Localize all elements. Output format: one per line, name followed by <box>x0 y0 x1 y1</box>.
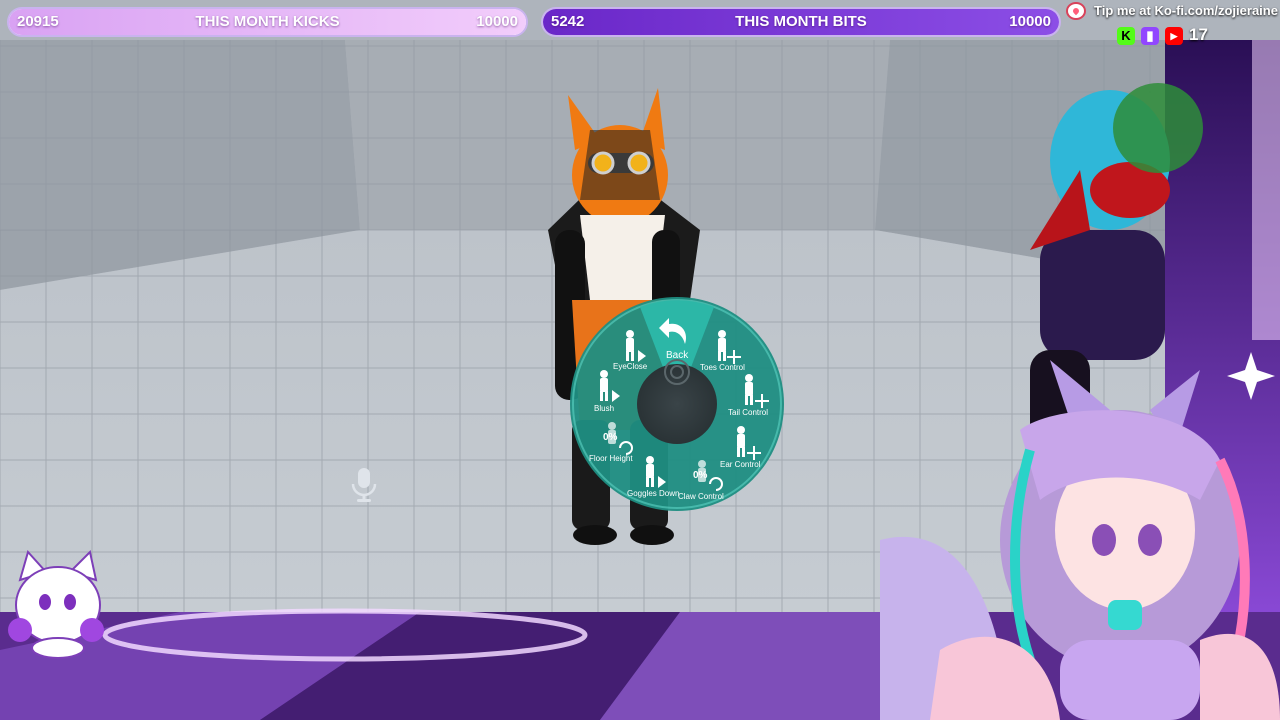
kicks-goal-fill <box>9 9 526 35</box>
bits-goal-fill <box>543 9 1059 35</box>
menu-label-goggles-down: Goggles Down <box>627 489 679 498</box>
kofi-tip-banner[interactable]: Tip me at Ko-fi.com/zojieraine <box>1066 2 1278 20</box>
menu-label-eyeclose: EyeClose <box>613 362 648 371</box>
vr-scene: Back EyeClose Toes Control Blush Tail Co… <box>0 40 1280 720</box>
platform-viewer-counter: K ▮ ▶ 17 <box>1117 25 1217 47</box>
menu-label-blush: Blush <box>594 404 614 413</box>
kick-icon: K <box>1117 27 1135 45</box>
menu-label-tail-control: Tail Control <box>728 408 768 417</box>
kicks-goal-max: 10000 <box>476 13 518 30</box>
menu-label-floor-height: Floor Height <box>589 454 633 463</box>
claw-control-percent: 0% <box>693 470 708 481</box>
bits-goal-max: 10000 <box>1009 13 1051 30</box>
floor-height-percent: 0% <box>603 432 618 443</box>
youtube-icon: ▶ <box>1165 27 1183 45</box>
back-label: Back <box>666 350 689 361</box>
kofi-cup-icon <box>1066 2 1086 20</box>
kofi-tip-text: Tip me at Ko-fi.com/zojieraine <box>1094 3 1278 18</box>
bits-goal-current: 5242 <box>551 13 585 30</box>
twitch-icon: ▮ <box>1141 27 1159 45</box>
bits-goal-bar: 5242 THIS MONTH BITS 10000 <box>541 7 1061 37</box>
kicks-goal-current: 20915 <box>17 13 59 30</box>
menu-label-toes-control: Toes Control <box>700 363 745 372</box>
viewer-count: 17 <box>1189 25 1208 44</box>
kicks-goal-bar: 20915 THIS MONTH KICKS 10000 <box>7 7 528 37</box>
menu-label-claw-control: Claw Control <box>678 492 724 501</box>
menu-label-ear-control: Ear Control <box>720 460 761 469</box>
